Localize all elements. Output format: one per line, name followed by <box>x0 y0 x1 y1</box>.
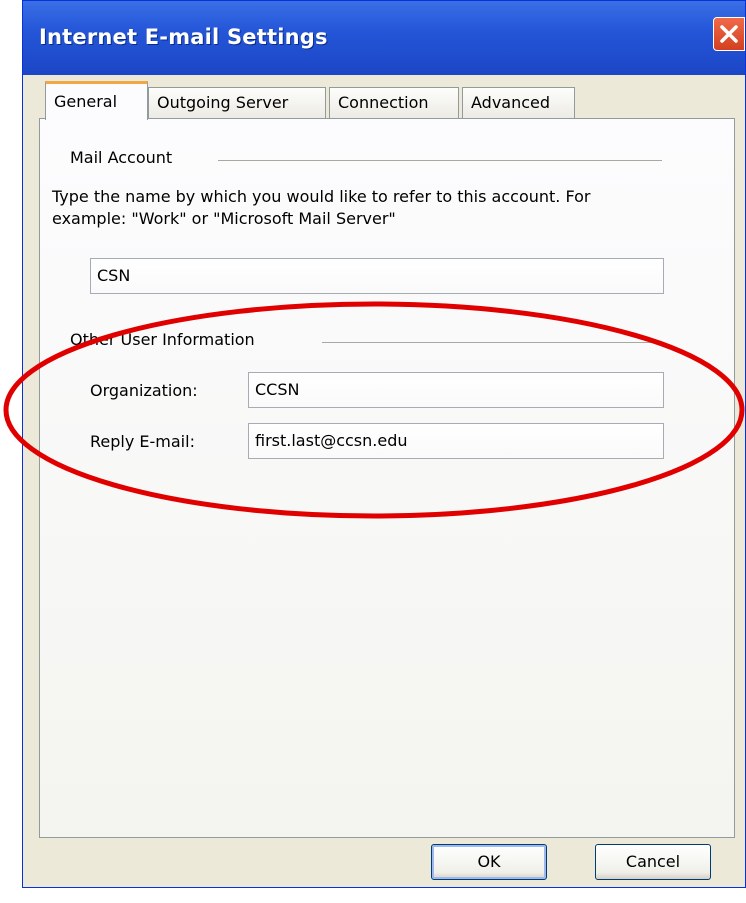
ok-button[interactable]: OK <box>431 844 547 880</box>
reply-email-value: first.last@ccsn.edu <box>255 431 408 450</box>
tab-connection[interactable]: Connection <box>329 87 459 118</box>
window-title: Internet E-mail Settings <box>39 25 328 49</box>
mail-account-heading: Mail Account <box>70 148 173 167</box>
organization-input[interactable]: CCSN <box>248 372 664 408</box>
account-name-value: CSN <box>97 266 131 285</box>
account-name-input[interactable]: CSN <box>90 258 664 294</box>
tab-general-label: General <box>54 92 118 111</box>
cancel-button[interactable]: Cancel <box>595 844 711 880</box>
close-button[interactable] <box>713 17 745 51</box>
ok-button-label: OK <box>477 852 501 871</box>
cancel-button-label: Cancel <box>625 852 681 871</box>
tab-advanced-label: Advanced <box>471 93 551 112</box>
close-icon <box>720 25 738 43</box>
organization-value: CCSN <box>255 380 300 399</box>
mail-account-divider <box>218 160 662 161</box>
other-user-info-divider <box>322 342 662 343</box>
tab-advanced[interactable]: Advanced <box>462 87 575 118</box>
other-user-info-heading: Other User Information <box>70 330 255 349</box>
tab-connection-label: Connection <box>338 93 429 112</box>
tab-outgoing-server-label: Outgoing Server <box>157 93 289 112</box>
organization-label: Organization: <box>90 381 198 400</box>
reply-email-input[interactable]: first.last@ccsn.edu <box>248 423 664 459</box>
title-bar[interactable]: Internet E-mail Settings <box>23 1 745 75</box>
mail-account-description: Type the name by which you would like to… <box>52 187 591 228</box>
tab-outgoing-server[interactable]: Outgoing Server <box>148 87 326 118</box>
tab-general[interactable]: General <box>45 81 148 120</box>
reply-email-label: Reply E-mail: <box>90 432 195 451</box>
